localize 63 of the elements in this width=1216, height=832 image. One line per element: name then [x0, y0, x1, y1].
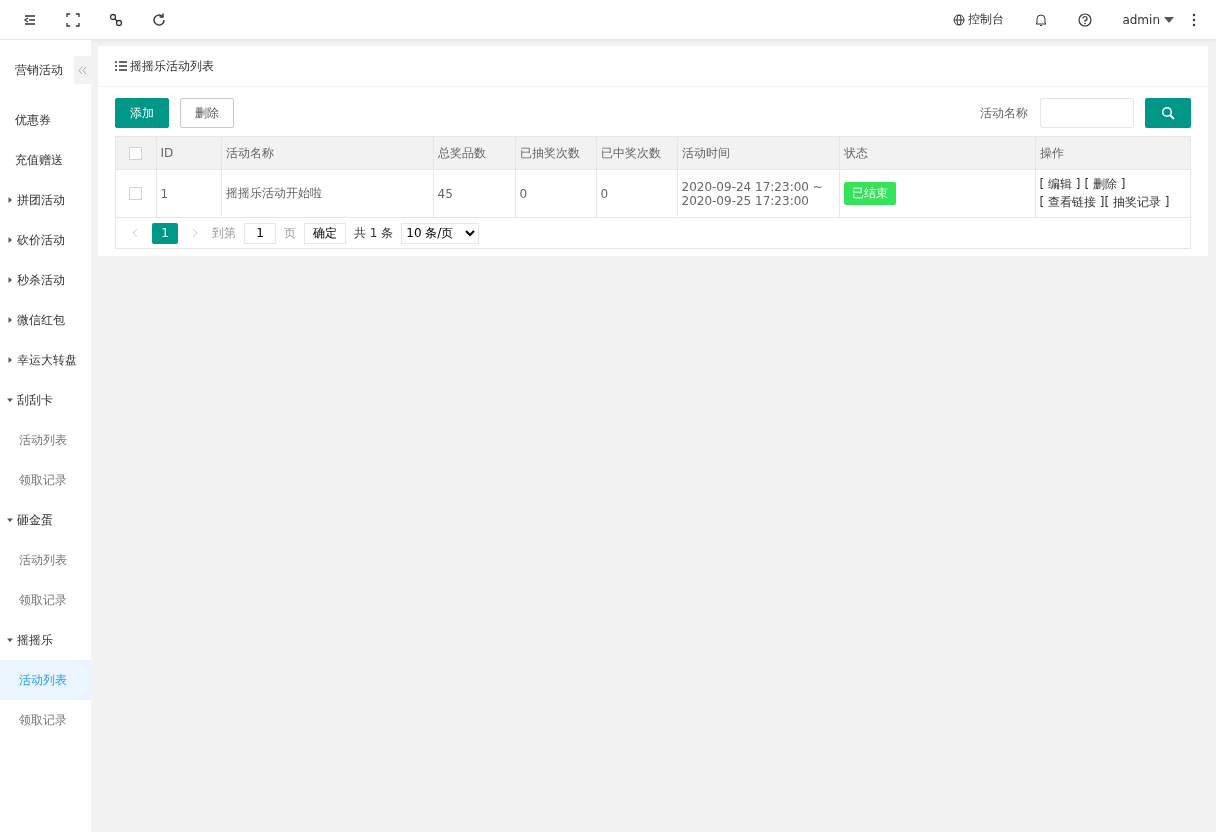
sidebar-item[interactable]: 充值赠送: [0, 140, 91, 180]
select-all-checkbox[interactable]: [129, 146, 143, 160]
caret-down-icon: [1164, 16, 1174, 23]
sidebar-subitem[interactable]: 领取记录: [0, 700, 91, 740]
row-checkbox[interactable]: [129, 187, 143, 200]
console-link[interactable]: 控制台: [968, 11, 1005, 28]
sidebar-title: 营销活动: [15, 61, 63, 79]
toolbar-button[interactable]: 添加: [115, 98, 169, 128]
sidebar-item[interactable]: 微信红包: [0, 300, 91, 340]
refresh-icon[interactable]: [151, 11, 167, 28]
time-range: 2020-09-24 17:23:00 ~ 2020-09-25 17:23:00: [681, 179, 824, 208]
list-icon: [115, 61, 127, 71]
globe-icon: [953, 13, 966, 26]
sidebar-subitem[interactable]: 领取记录: [0, 460, 91, 500]
sidebar-item[interactable]: 砍价活动: [0, 220, 91, 260]
sidebar-item[interactable]: 摇摇乐: [0, 620, 91, 660]
column-header: 已中奖次数: [596, 137, 677, 170]
action-link[interactable]: [ 编辑 ]: [1039, 176, 1081, 193]
column-header: 活动时间: [677, 137, 839, 170]
confirm-button[interactable]: 确定: [304, 222, 346, 244]
sidebar-item[interactable]: 砸金蛋: [0, 500, 91, 540]
page-button[interactable]: 1: [152, 222, 178, 244]
table-cell: 0: [515, 169, 596, 218]
sidebar-item[interactable]: 刮刮卡: [0, 380, 91, 420]
sidebar-subitem[interactable]: 领取记录: [0, 580, 91, 620]
column-header: 总奖品数: [433, 137, 515, 170]
column-header: ID: [156, 137, 221, 170]
link-icon[interactable]: [108, 11, 124, 28]
page-input[interactable]: 1: [244, 222, 276, 244]
total-count: 共 1 条: [354, 224, 394, 242]
page-size-select[interactable]: 10 条/页: [401, 222, 480, 244]
sidebar-item[interactable]: 拼团活动: [0, 180, 91, 220]
action-link[interactable]: [ 抽奖记录 ]: [1104, 194, 1170, 211]
search-button[interactable]: [1145, 98, 1191, 128]
table-cell: 摇摇乐活动开始啦: [221, 169, 433, 218]
page-unit-label: 页: [284, 224, 296, 242]
fullscreen-icon[interactable]: [65, 11, 81, 28]
action-link[interactable]: [ 查看链接 ]: [1039, 194, 1105, 211]
column-header: 状态: [839, 137, 1035, 170]
table-cell: 1: [156, 169, 221, 218]
table-cell: 45: [433, 169, 515, 218]
status-tag: 已结束: [843, 182, 896, 205]
help-icon[interactable]: [1078, 12, 1093, 27]
double-chevron-left-icon: [78, 65, 87, 75]
action-link[interactable]: [ 删除 ]: [1084, 176, 1126, 193]
sidebar-item[interactable]: 秒杀活动: [0, 260, 91, 300]
column-header: 活动名称: [221, 137, 433, 170]
goto-label: 到第: [212, 224, 236, 242]
more-icon[interactable]: [1192, 12, 1196, 27]
card-title: 摇摇乐活动列表: [130, 57, 214, 75]
table-cell: 0: [596, 169, 677, 218]
column-header: 操作: [1035, 137, 1190, 170]
sidebar-item[interactable]: 幸运大转盘: [0, 340, 91, 380]
column-header: 已抽奖次数: [515, 137, 596, 170]
sidebar-subitem[interactable]: 活动列表: [0, 420, 91, 460]
sidebar-subitem[interactable]: 活动列表: [0, 540, 91, 580]
toolbar-button[interactable]: 删除: [180, 98, 234, 128]
search-icon: [1161, 106, 1175, 120]
search-field[interactable]: [1040, 98, 1134, 128]
user-menu[interactable]: admin: [1122, 12, 1160, 27]
bell-icon[interactable]: [1034, 12, 1049, 27]
sidebar-item[interactable]: 优惠券: [0, 100, 91, 140]
search-label: 活动名称: [980, 104, 1028, 122]
